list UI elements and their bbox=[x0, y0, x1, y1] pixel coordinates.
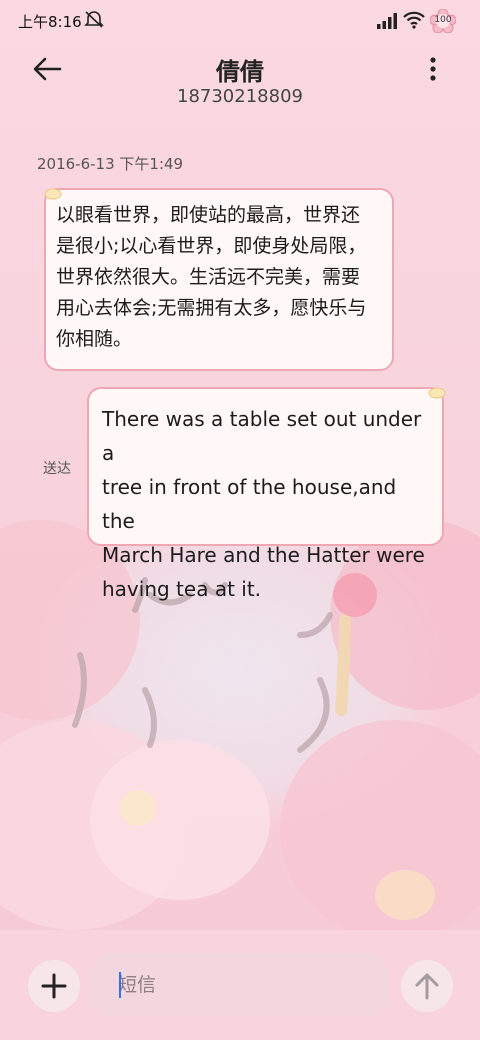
arrow-up-icon bbox=[415, 973, 439, 1000]
wifi-icon bbox=[403, 11, 425, 29]
text-caret bbox=[119, 972, 121, 998]
incoming-message-bubble[interactable]: 以眼看世界，即使站的最高，世界还 是很小;以心看世界，即使身处局限， 世界依然很… bbox=[44, 188, 394, 371]
message-line: 是很小;以心看世界，即使身处局限， bbox=[56, 235, 367, 257]
message-line: 你相随。 bbox=[56, 328, 133, 350]
more-vertical-icon[interactable] bbox=[420, 54, 446, 84]
message-line: There was a table set out under a bbox=[102, 407, 422, 465]
contact-name: 倩倩 bbox=[216, 58, 264, 86]
plus-icon bbox=[41, 973, 67, 999]
send-button[interactable] bbox=[401, 960, 453, 1012]
message-line: March Hare and the Hatter were bbox=[102, 543, 425, 567]
message-line: having tea at it. bbox=[102, 577, 262, 601]
bubble-corner-decoration-icon bbox=[428, 387, 446, 399]
wallpaper-flower-center bbox=[375, 870, 435, 920]
battery-level: 100 bbox=[434, 15, 452, 25]
bubble-corner-decoration-icon bbox=[44, 188, 62, 200]
message-input[interactable] bbox=[92, 953, 388, 1017]
delivery-status: 送达 bbox=[43, 461, 71, 477]
add-attachment-button[interactable] bbox=[28, 960, 80, 1012]
message-line: 世界依然很大。生活远不完美，需要 bbox=[56, 266, 361, 288]
status-bar: 上午8:16 100 bbox=[0, 0, 480, 40]
contact-phone: 18730218809 bbox=[177, 86, 303, 107]
status-time: 上午8:16 bbox=[18, 13, 82, 31]
signal-icon bbox=[377, 13, 397, 29]
message-timestamp: 2016-6-13 下午1:49 bbox=[37, 155, 184, 173]
mute-icon bbox=[84, 11, 104, 28]
message-line: 以眼看世界，即使站的最高，世界还 bbox=[56, 204, 361, 226]
message-line: 用心去体会;无需拥有太多，愿快乐与 bbox=[56, 297, 367, 319]
outgoing-message-bubble[interactable]: There was a table set out under a tree i… bbox=[87, 387, 446, 601]
battery-flower-icon: 100 bbox=[429, 8, 457, 34]
message-line: tree in front of the house,and the bbox=[102, 475, 397, 533]
